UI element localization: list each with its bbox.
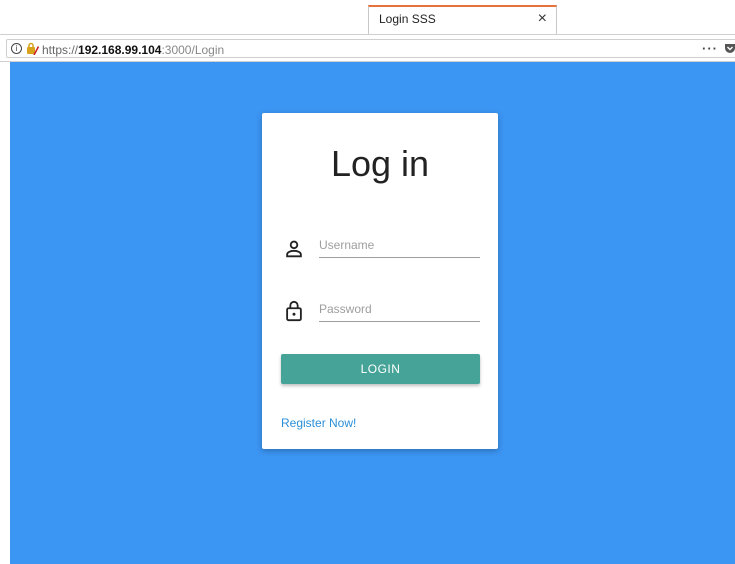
register-link[interactable]: Register Now! [281, 416, 356, 430]
more-actions-icon[interactable]: ··· [702, 41, 718, 56]
insecure-lock-icon[interactable] [25, 42, 39, 55]
info-icon[interactable]: i [11, 43, 22, 54]
url-path: :3000/Login [161, 43, 225, 57]
tab-login[interactable]: Login SSS × [368, 5, 557, 34]
tab-strip: Login SSS × [0, 0, 735, 34]
url-text[interactable]: https://192.168.99.104:3000/Login [42, 43, 224, 57]
url-scheme: https:// [42, 43, 79, 57]
lock-icon [286, 300, 302, 322]
person-icon [286, 240, 302, 258]
url-host: 192.168.99.104 [78, 43, 162, 57]
login-card: Log in LOGIN Register Now! [262, 113, 498, 449]
page-title: Log in [330, 143, 430, 184]
page-background: Log in LOGIN Register Now! [10, 62, 735, 564]
login-button[interactable]: LOGIN [281, 354, 480, 384]
url-bar: i https://192.168.99.104:3000/Login ··· [0, 34, 735, 62]
password-input[interactable] [319, 297, 480, 322]
username-input[interactable] [319, 233, 480, 258]
pocket-icon[interactable] [724, 43, 735, 55]
tab-title: Login SSS [379, 12, 436, 26]
tab-close-icon[interactable]: × [538, 10, 547, 28]
